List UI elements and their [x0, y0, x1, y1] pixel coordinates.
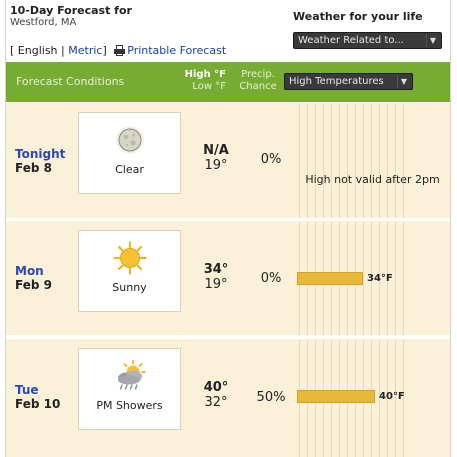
condition-box: Sunny	[78, 230, 181, 312]
condition-box: PM Showers	[78, 348, 181, 430]
language-bar: [ English | Metric] Printable Forecast	[10, 44, 226, 57]
high-temp: N/A	[203, 143, 229, 158]
temperatures: N/A 19°	[186, 143, 246, 173]
precip-header-line2: Chance	[239, 81, 277, 92]
high-temp-bar-label: 34°F	[367, 273, 393, 284]
day-date: Feb 9	[15, 278, 52, 292]
low-temp: 32°	[204, 395, 228, 410]
temperatures: 40° 32°	[186, 380, 246, 410]
day-link[interactable]: Mon	[15, 264, 44, 278]
low-temp: 19°	[204, 158, 228, 173]
graph-type-selected: High Temperatures	[289, 76, 384, 87]
weather-related-dropdown[interactable]: Weather Related to... ▼	[293, 32, 442, 49]
precip-header-line1: Precip.	[241, 69, 275, 80]
pm-showers-icon	[118, 359, 146, 390]
low-header: Low °F	[192, 81, 226, 92]
printable-forecast-link[interactable]: Printable Forecast	[127, 44, 226, 57]
bracket-close: ]	[102, 44, 107, 57]
condition-label: PM Showers	[96, 399, 163, 412]
weather-related-selected: Weather Related to...	[298, 35, 404, 46]
precip-chance: 0%	[260, 152, 282, 167]
bracket-open: [	[10, 44, 15, 57]
condition-box: Clear	[78, 112, 181, 194]
day-link[interactable]: Tue	[15, 383, 39, 397]
chevron-down-icon: ▼	[397, 75, 410, 88]
precip-chance: 0%	[260, 271, 282, 286]
high-temp-bar-label: 40°F	[379, 391, 405, 402]
high-temp-bar	[297, 390, 375, 403]
sunny-icon	[113, 241, 147, 275]
precip-chance: 50%	[256, 390, 286, 405]
page-title: 10-Day Forecast for	[10, 4, 132, 17]
separator: |	[61, 44, 65, 57]
weather-life-label: Weather for your life	[293, 10, 423, 23]
clear-night-moon-icon	[116, 126, 144, 154]
temp-graph-cell: 34°F	[295, 221, 450, 335]
high-temp: 40°	[203, 380, 229, 395]
condition-label: Clear	[115, 163, 144, 176]
printer-icon[interactable]	[114, 45, 126, 56]
chevron-down-icon: ▼	[426, 34, 439, 47]
forecast-row-tonight: Tonight Feb 8 Clear N/A 19° 0% High not …	[6, 103, 450, 218]
forecast-conditions-header: Forecast Conditions	[16, 75, 125, 88]
precip-header: Precip. Chance	[234, 69, 282, 93]
graph-type-dropdown[interactable]: High Temperatures ▼	[284, 73, 413, 90]
condition-label: Sunny	[112, 281, 147, 294]
high-temp-bar	[297, 272, 363, 285]
temp-graph-cell: High not valid after 2pm	[295, 103, 450, 218]
metric-link[interactable]: Metric	[68, 44, 102, 57]
day-date: Feb 10	[15, 397, 61, 411]
forecast-row-mon: Mon Feb 9 Sunny 34° 19° 0% 34°F	[6, 221, 450, 335]
english-option[interactable]: English	[18, 44, 58, 57]
day-date: Feb 8	[15, 161, 52, 175]
high-header: High °F	[184, 69, 226, 80]
low-temp: 19°	[204, 277, 228, 292]
location-label: Westford, MA	[10, 17, 77, 28]
temp-graph-cell: 40°F	[295, 339, 450, 457]
day-link[interactable]: Tonight	[15, 147, 65, 161]
forecast-row-tue: Tue Feb 10 PM Showers 40° 32° 50% 40°F	[6, 339, 450, 457]
high-low-header: High °F Low °F	[174, 69, 226, 93]
graph-note: High not valid after 2pm	[305, 173, 440, 186]
temperatures: 34° 19°	[186, 262, 246, 292]
high-temp: 34°	[203, 262, 229, 277]
